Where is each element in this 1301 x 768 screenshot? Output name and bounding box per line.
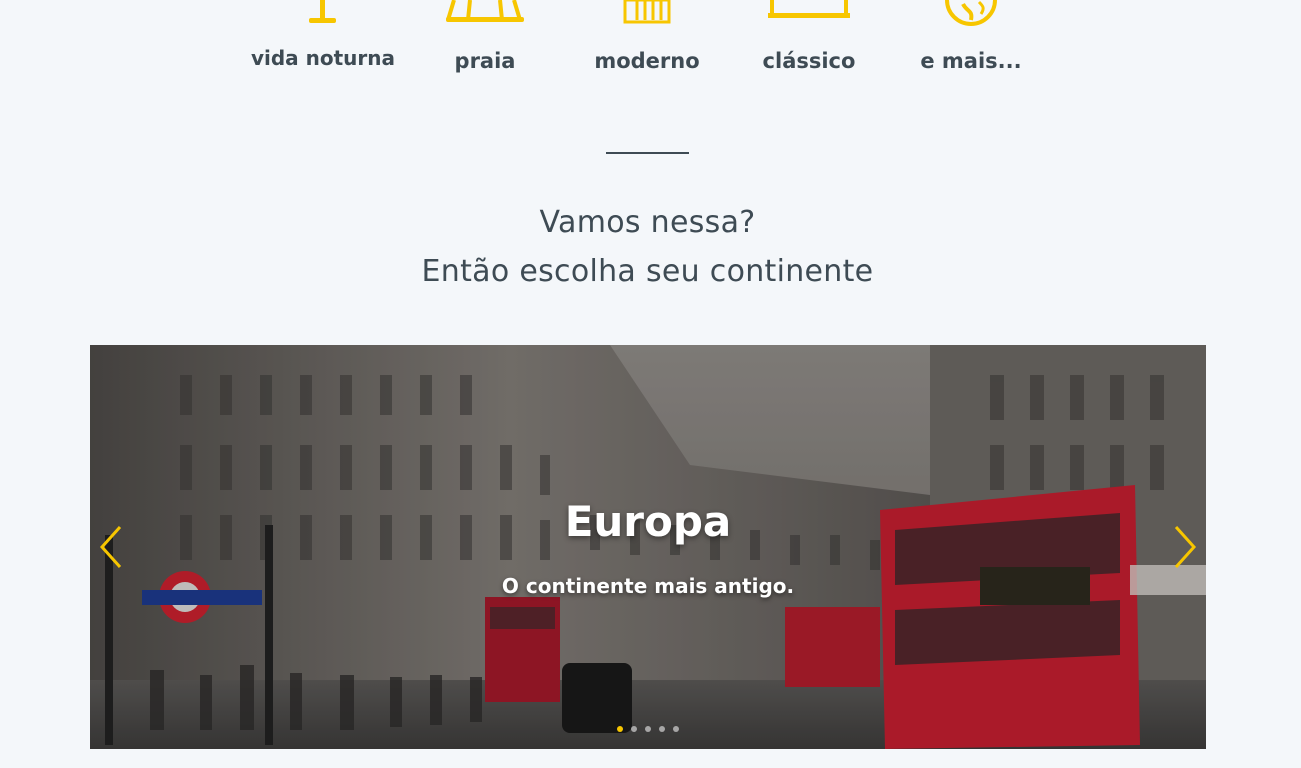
beach-umbrella-icon [446,0,524,22]
category-label: moderno [594,49,700,73]
continent-carousel[interactable]: Europa O continente mais antigo. [90,345,1206,749]
globe-icon [945,0,997,26]
cocktail-icon [309,0,336,23]
chevron-left-icon [99,525,122,569]
carousel-dot[interactable] [659,726,665,732]
classic-building-icon [768,0,850,18]
category-label: vida noturna [250,46,396,70]
section-heading-line1: Vamos nessa? [539,205,756,240]
section-divider [606,152,689,154]
chevron-right-icon [1174,525,1197,569]
carousel-dot[interactable] [617,726,623,732]
page: vida noturna praia moderno clássico e ma… [0,0,1301,768]
skyscraper-icon [623,0,671,24]
section-heading-line2: Então escolha seu continente [421,254,874,289]
carousel-indicators [90,726,1206,732]
slide-caption: O continente mais antigo. [501,574,795,598]
carousel-dot[interactable] [645,726,651,732]
carousel-next-button[interactable] [1172,525,1198,569]
category-label: clássico [762,49,856,73]
carousel-dot[interactable] [631,726,637,732]
slide-overlay [90,345,1206,749]
carousel-dot[interactable] [673,726,679,732]
category-label: e mais... [920,49,1022,73]
category-label: praia [454,49,516,73]
carousel-prev-button[interactable] [98,525,124,569]
slide-title: Europa [564,497,732,546]
